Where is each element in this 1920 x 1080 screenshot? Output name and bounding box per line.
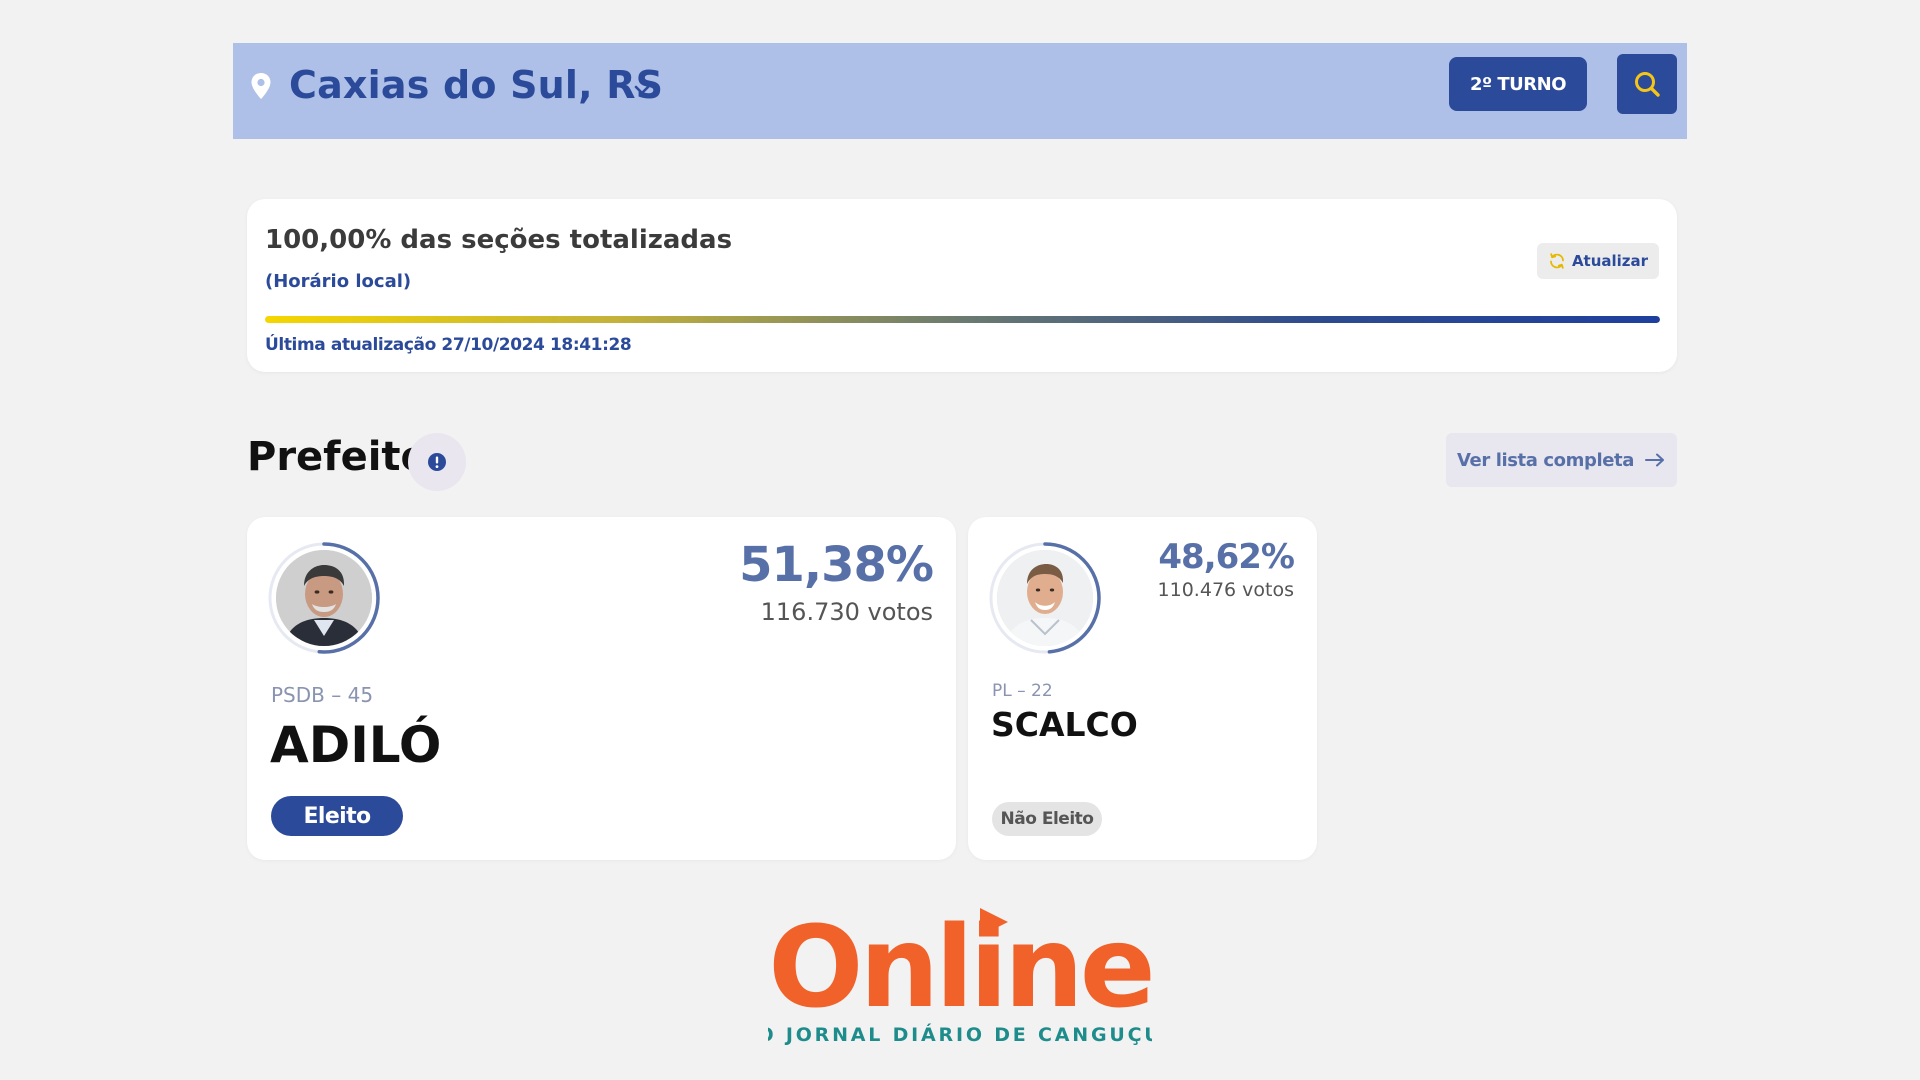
vote-count: 116.730 votos bbox=[760, 598, 933, 626]
status-badge: Eleito bbox=[271, 796, 403, 836]
avatar bbox=[266, 540, 382, 656]
local-time-note: (Horário local) bbox=[265, 271, 412, 292]
vote-percentage: 48,62% bbox=[1158, 537, 1295, 577]
view-full-list-button[interactable]: Ver lista completa bbox=[1446, 433, 1677, 487]
last-update-timestamp: Última atualização 27/10/2024 18:41:28 bbox=[265, 335, 632, 355]
info-icon bbox=[428, 453, 446, 471]
progress-fill bbox=[265, 316, 1660, 323]
logo-tagline: O JORNAL DIÁRIO DE CANGUÇU bbox=[768, 1023, 1152, 1046]
candidate-photo bbox=[276, 550, 372, 646]
party-number: PSDB – 45 bbox=[271, 683, 374, 707]
vote-count: 110.476 votos bbox=[1157, 579, 1294, 601]
candidate-card[interactable]: 48,62% 110.476 votos PL – 22 SCALCO Não … bbox=[968, 517, 1317, 860]
online-logo: Online O JORNAL DIÁRIO DE CANGUÇU bbox=[768, 903, 1152, 1046]
refresh-icon bbox=[1550, 253, 1564, 269]
view-full-list-label: Ver lista completa bbox=[1457, 449, 1634, 471]
election-results-page: Caxias do Sul, RS 2º TURNO 100,00% das s… bbox=[0, 0, 1920, 1080]
chevron-down-icon[interactable] bbox=[631, 79, 653, 101]
candidate-card[interactable]: 51,38% 116.730 votos PSDB – 45 ADILÓ Ele… bbox=[247, 517, 956, 860]
totalization-status-card: 100,00% das seções totalizadas (Horário … bbox=[247, 199, 1677, 372]
city-selector[interactable]: Caxias do Sul, RS bbox=[289, 63, 663, 107]
turno-button[interactable]: 2º TURNO bbox=[1449, 57, 1587, 111]
info-button[interactable] bbox=[408, 433, 466, 491]
refresh-label: Atualizar bbox=[1571, 252, 1649, 270]
candidate-name: SCALCO bbox=[991, 705, 1138, 744]
vote-percentage: 51,38% bbox=[739, 537, 934, 593]
candidate-name: ADILÓ bbox=[270, 716, 442, 774]
refresh-button[interactable]: Atualizar bbox=[1537, 243, 1659, 279]
totalization-progress-bar bbox=[265, 316, 1660, 323]
candidate-photo bbox=[997, 550, 1093, 646]
section-title-prefeito: Prefeito bbox=[247, 434, 429, 480]
search-icon bbox=[1635, 72, 1660, 97]
logo-wordmark: Online bbox=[768, 903, 1151, 1033]
search-button[interactable] bbox=[1617, 54, 1677, 114]
status-badge: Não Eleito bbox=[992, 802, 1102, 836]
avatar bbox=[987, 540, 1103, 656]
arrow-right-icon bbox=[1644, 453, 1664, 467]
location-pin-icon bbox=[251, 73, 271, 99]
location-header: Caxias do Sul, RS 2º TURNO bbox=[233, 43, 1687, 139]
totalization-percentage: 100,00% das seções totalizadas bbox=[265, 225, 733, 255]
party-number: PL – 22 bbox=[992, 681, 1053, 701]
